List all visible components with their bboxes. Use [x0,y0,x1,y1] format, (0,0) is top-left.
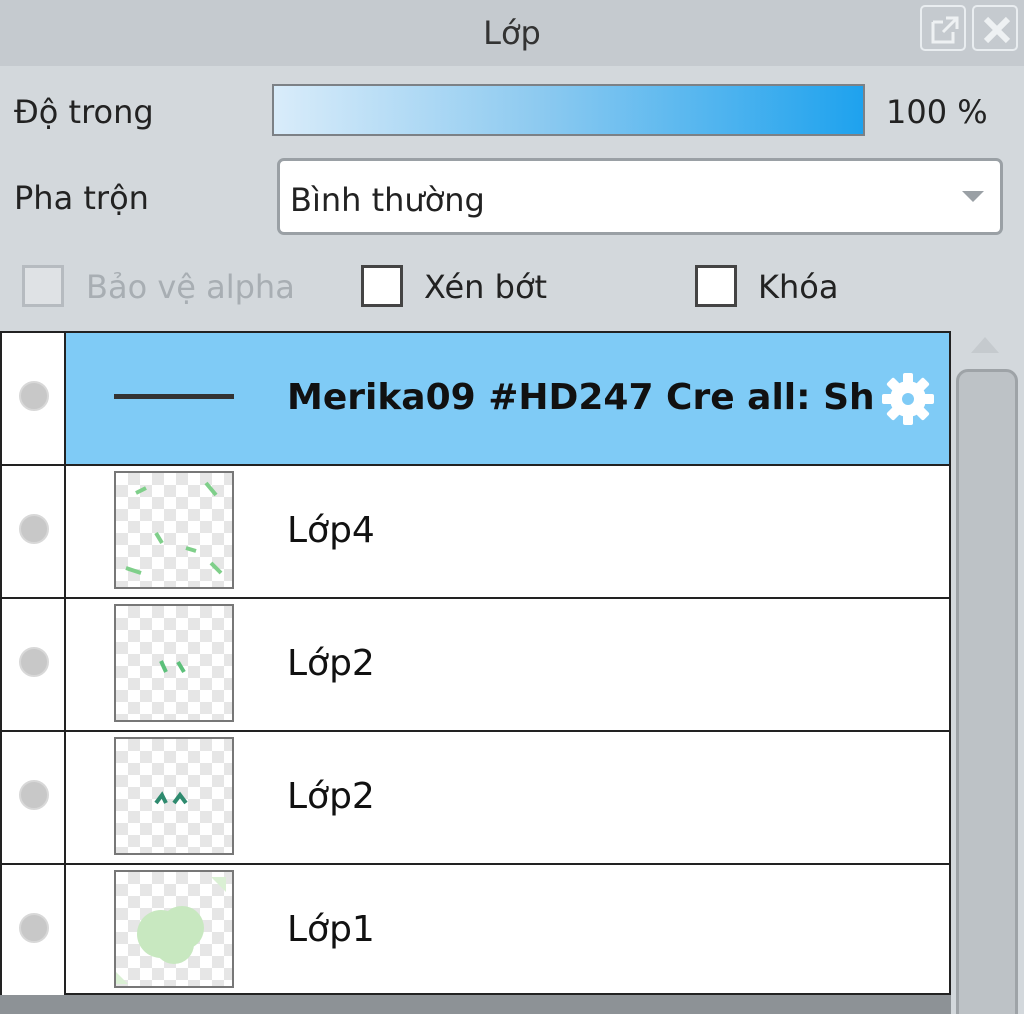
layer-row[interactable]: Lớp2 [2,732,949,865]
protect-alpha-checkbox[interactable] [22,265,64,307]
visibility-dot-icon [19,647,49,677]
layer-row[interactable]: Lớp1 [2,865,949,998]
gear-icon[interactable] [878,369,938,429]
popout-button[interactable] [920,5,966,51]
clipping-checkbox[interactable] [361,265,403,307]
layer-row-folder[interactable]: Merika09 #HD247 Cre all: Sh [2,333,949,466]
visibility-dot-icon [19,780,49,810]
blend-mode-select[interactable]: Bình thường [277,158,1003,235]
opacity-slider[interactable] [272,84,865,136]
visibility-toggle[interactable] [2,333,66,464]
opacity-label: Độ trong [14,93,154,131]
scroll-up-arrow-icon[interactable] [971,337,999,353]
chevron-down-icon [962,191,984,202]
layer-row[interactable]: Lớp4 [2,466,949,599]
scrollbar-thumb[interactable] [956,369,1018,1014]
visibility-toggle[interactable] [2,865,66,998]
opacity-value: 100 % [886,93,988,131]
layer-thumbnail [114,471,234,589]
protect-alpha-label: Bảo vệ alpha [86,268,295,306]
blend-mode-value: Bình thường [290,181,485,219]
blend-mode-label: Pha trộn [14,179,149,217]
panel-title: Lớp [483,14,541,52]
layer-thumbnail [114,604,234,722]
folder-thumbnail [114,394,234,399]
layer-name: Lớp2 [287,776,375,817]
layer-thumbnail [114,737,234,855]
visibility-toggle[interactable] [2,732,66,863]
visibility-dot-icon [19,913,49,943]
visibility-dot-icon [19,514,49,544]
close-icon [983,16,1011,44]
visibility-dot-icon [19,381,49,411]
layer-name: Lớp4 [287,510,375,551]
close-button[interactable] [972,5,1018,51]
clipping-label: Xén bớt [424,268,548,306]
layer-list-scrollbar[interactable] [951,331,1024,1014]
popout-icon [931,16,959,44]
visibility-toggle[interactable] [2,466,66,597]
layer-list: Merika09 #HD247 Cre all: Sh Lớp4 Lớp2 Lớ… [0,331,951,998]
layer-name: Merika09 #HD247 Cre all: Sh [287,377,875,418]
visibility-toggle[interactable] [2,599,66,730]
layer-row[interactable]: Lớp2 [2,599,949,732]
lock-checkbox[interactable] [695,265,737,307]
layer-list-footer [0,995,952,1014]
lock-label: Khóa [758,268,839,306]
layer-name: Lớp2 [287,643,375,684]
layer-thumbnail [114,870,234,988]
layer-name: Lớp1 [287,909,375,950]
panel-titlebar: Lớp [0,0,1024,66]
